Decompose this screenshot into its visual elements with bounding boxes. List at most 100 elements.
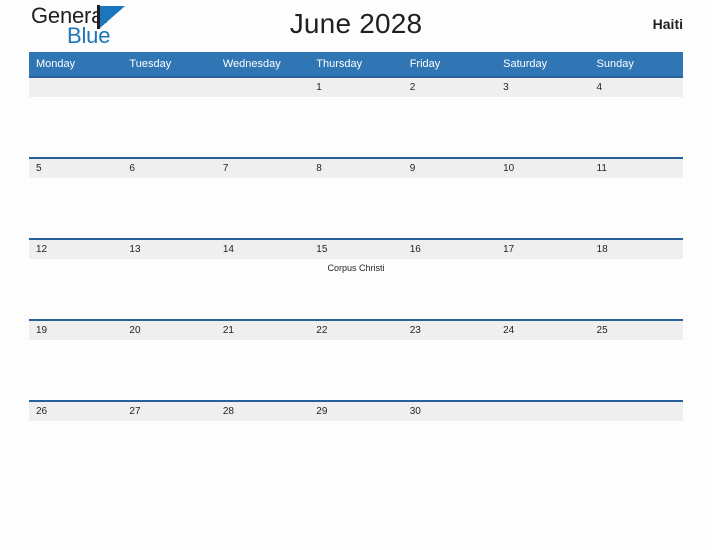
day-cell[interactable] [403, 340, 496, 400]
day-number[interactable]: 8 [309, 159, 402, 178]
day-cell[interactable] [216, 421, 309, 481]
week-event-band: Corpus Christi [29, 259, 683, 319]
day-cell[interactable] [403, 178, 496, 238]
calendar-week-row: 12 13 14 15 16 17 18 Corpus Christi [29, 238, 683, 319]
day-number[interactable]: 22 [309, 321, 402, 340]
weekday-header-tuesday: Tuesday [129, 58, 172, 70]
country-label: Haiti [652, 16, 683, 32]
day-cell[interactable] [496, 178, 589, 238]
week-event-band [29, 340, 683, 400]
week-date-band: 26 27 28 29 30 [29, 402, 683, 421]
day-cell[interactable] [309, 178, 402, 238]
day-number[interactable]: 3 [496, 78, 589, 97]
calendar-week-row: 1234 [29, 76, 683, 157]
day-number[interactable]: 19 [29, 321, 122, 340]
day-number[interactable]: 11 [590, 159, 683, 178]
day-cell[interactable] [496, 340, 589, 400]
page-header: General Blue June 2028 Haiti [29, 0, 683, 52]
weekday-header-thursday: Thursday [316, 58, 363, 70]
day-cell[interactable] [403, 421, 496, 481]
day-number[interactable]: 9 [403, 159, 496, 178]
day-cell[interactable] [403, 259, 496, 319]
week-date-band: 19 20 21 22 23 24 25 [29, 321, 683, 340]
day-cell[interactable] [29, 259, 122, 319]
day-number[interactable]: 17 [496, 240, 589, 259]
day-cell [29, 97, 122, 157]
day-cell[interactable] [309, 97, 402, 157]
day-cell[interactable]: Corpus Christi [309, 259, 402, 319]
day-cell[interactable] [309, 421, 402, 481]
day-number[interactable]: 24 [496, 321, 589, 340]
day-cell[interactable] [496, 259, 589, 319]
calendar-grid: Monday Tuesday Wednesday Thursday Friday Satu… [29, 52, 683, 481]
day-cell[interactable] [216, 340, 309, 400]
day-number[interactable]: 7 [216, 159, 309, 178]
calendar-weeks: 1 2 3 4 5 6 7 8 9 10 11 12 13 14 15 16 17 18 Corpus Christ… [29, 76, 683, 481]
day-cell[interactable] [122, 421, 215, 481]
day-number-empty [122, 78, 215, 97]
day-cell[interactable] [216, 178, 309, 238]
day-cell [122, 97, 215, 157]
day-cell[interactable] [122, 340, 215, 400]
day-number[interactable]: 29 [309, 402, 402, 421]
day-number[interactable]: 13 [122, 240, 215, 259]
day-number[interactable]: 25 [590, 321, 683, 340]
day-number[interactable]: 20 [122, 321, 215, 340]
day-number[interactable]: 27 [122, 402, 215, 421]
weekday-header-saturday: Saturday [503, 58, 548, 70]
day-cell[interactable] [29, 340, 122, 400]
day-cell[interactable] [29, 178, 122, 238]
day-cell[interactable] [590, 340, 683, 400]
day-cell[interactable] [309, 340, 402, 400]
day-cell [590, 421, 683, 481]
day-number[interactable]: 18 [590, 240, 683, 259]
week-date-band: 1234 [29, 78, 683, 97]
day-cell[interactable] [496, 97, 589, 157]
day-number[interactable]: 28 [216, 402, 309, 421]
calendar-week-row: 5 6 7 8 9 10 11 [29, 157, 683, 238]
week-event-band [29, 178, 683, 238]
day-number[interactable]: 12 [29, 240, 122, 259]
day-number[interactable]: 16 [403, 240, 496, 259]
calendar-week-row: 26 27 28 29 30 [29, 400, 683, 481]
weekday-header-friday: Friday [409, 58, 441, 70]
day-number-empty [496, 402, 589, 421]
day-number[interactable]: 30 [403, 402, 496, 421]
week-event-band [29, 97, 683, 157]
page-title: June 2028 [289, 8, 423, 39]
day-number[interactable]: 2 [403, 78, 496, 97]
holiday-event-label: Corpus Christi [327, 263, 385, 273]
day-number[interactable]: 10 [496, 159, 589, 178]
day-cell[interactable] [590, 97, 683, 157]
day-cell[interactable] [216, 259, 309, 319]
day-cell [216, 97, 309, 157]
day-cell[interactable] [590, 259, 683, 319]
week-date-band: 5 6 7 8 9 10 11 [29, 159, 683, 178]
weekday-header-row: Monday Tuesday Wednesday Thursday Friday Satu… [29, 52, 683, 76]
day-number[interactable]: 15 [309, 240, 402, 259]
day-number[interactable]: 21 [216, 321, 309, 340]
day-cell[interactable] [403, 97, 496, 157]
calendar-week-row: 19 20 21 22 23 24 25 [29, 319, 683, 400]
day-number-empty [216, 78, 309, 97]
day-cell [496, 421, 589, 481]
day-number[interactable]: 5 [29, 159, 122, 178]
day-number-empty [29, 78, 122, 97]
day-cell[interactable] [122, 259, 215, 319]
day-number[interactable]: 26 [29, 402, 122, 421]
day-number[interactable]: 6 [122, 159, 215, 178]
day-cell[interactable] [590, 178, 683, 238]
weekday-header-sunday: Sunday [596, 58, 634, 70]
day-cell[interactable] [29, 421, 122, 481]
calendar-page: General Blue June 2028 Haiti Monday Tuesd… [0, 0, 712, 550]
day-number-empty [590, 402, 683, 421]
weekday-header-monday: Monday [36, 58, 76, 70]
day-number[interactable]: 23 [403, 321, 496, 340]
day-number[interactable]: 1 [309, 78, 402, 97]
day-cell[interactable] [122, 178, 215, 238]
day-number[interactable]: 14 [216, 240, 309, 259]
weekday-header-wednesday: Wednesday [222, 58, 281, 70]
week-date-band: 12 13 14 15 16 17 18 [29, 240, 683, 259]
week-event-band [29, 421, 683, 481]
day-number[interactable]: 4 [590, 78, 683, 97]
